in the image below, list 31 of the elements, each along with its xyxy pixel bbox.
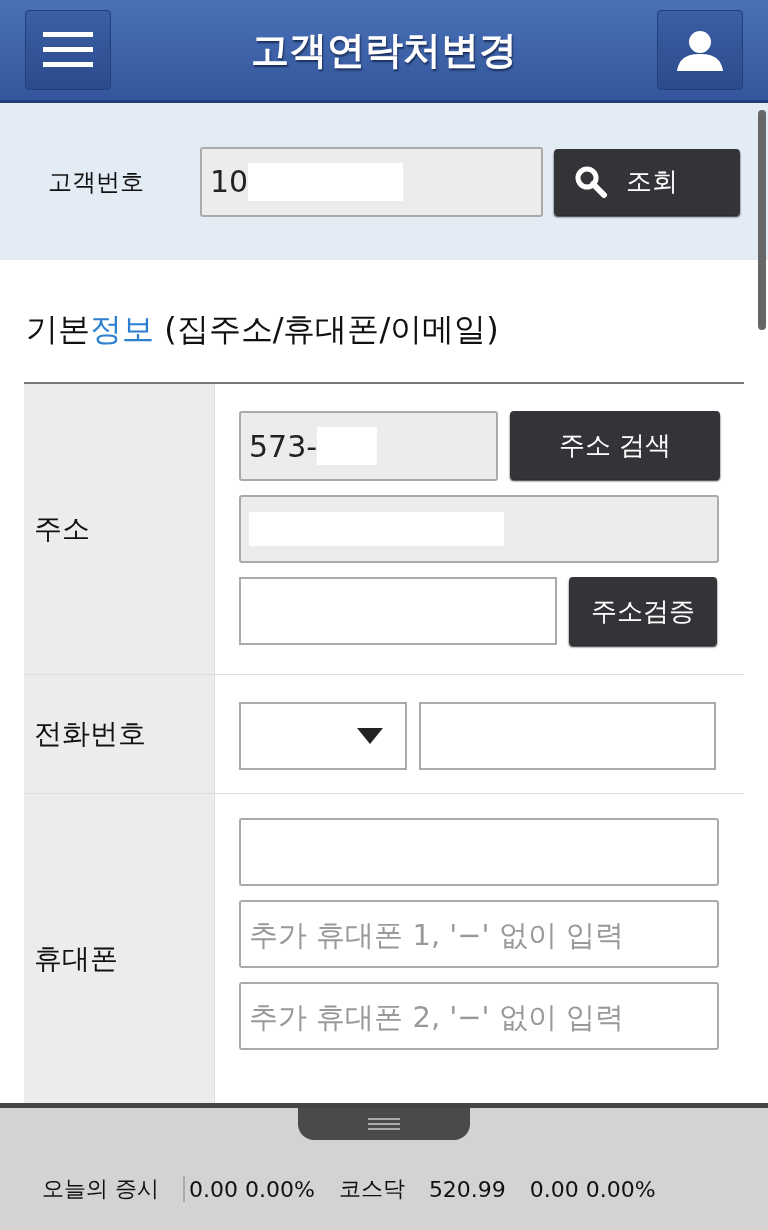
address-search-button[interactable]: 주소 검색 [510, 411, 720, 479]
ticker-text: 520.99 [428, 1176, 506, 1202]
drawer-handle[interactable] [298, 1108, 470, 1140]
mobile-number-field[interactable]: 추가 휴대폰 1, '−' 없이 입력 [239, 900, 719, 968]
dropdown-icon [357, 728, 383, 744]
page-title: 고객연락처변경 [251, 26, 517, 74]
ticker-text: 코스닥 [338, 1175, 405, 1203]
zip-code-field[interactable]: 573- [239, 411, 498, 481]
menu-button[interactable] [25, 10, 111, 90]
address-verify-button[interactable]: 주소검증 [569, 577, 717, 645]
grip-icon [368, 1117, 400, 1131]
mobile-number-field[interactable]: 추가 휴대폰 2, '−' 없이 입력 [239, 982, 719, 1050]
phone-number-field[interactable] [419, 702, 716, 770]
search-icon [574, 164, 608, 199]
address-detail-field[interactable] [239, 577, 557, 645]
ticker-text: 0.00 0.00% [529, 1176, 656, 1202]
ticker-text: 0.00 0.00% [189, 1176, 315, 1202]
market-label: 오늘의 증시 [42, 1175, 159, 1203]
mobile-number-field[interactable] [239, 818, 719, 886]
menu-icon [43, 30, 93, 70]
scrollbar[interactable] [758, 110, 766, 330]
row-label: 주소 [34, 511, 90, 547]
area-code-dropdown[interactable] [239, 702, 407, 770]
row-label: 전화번호 [34, 716, 146, 752]
customer-number-field[interactable]: 10 [200, 146, 543, 217]
row-label: 휴대폰 [34, 941, 118, 977]
address-field[interactable] [239, 495, 719, 563]
person-icon [675, 29, 725, 71]
profile-button[interactable] [657, 10, 743, 90]
search-button[interactable]: 조회 [554, 148, 740, 215]
customer-number-label: 고객번호 [48, 166, 145, 198]
